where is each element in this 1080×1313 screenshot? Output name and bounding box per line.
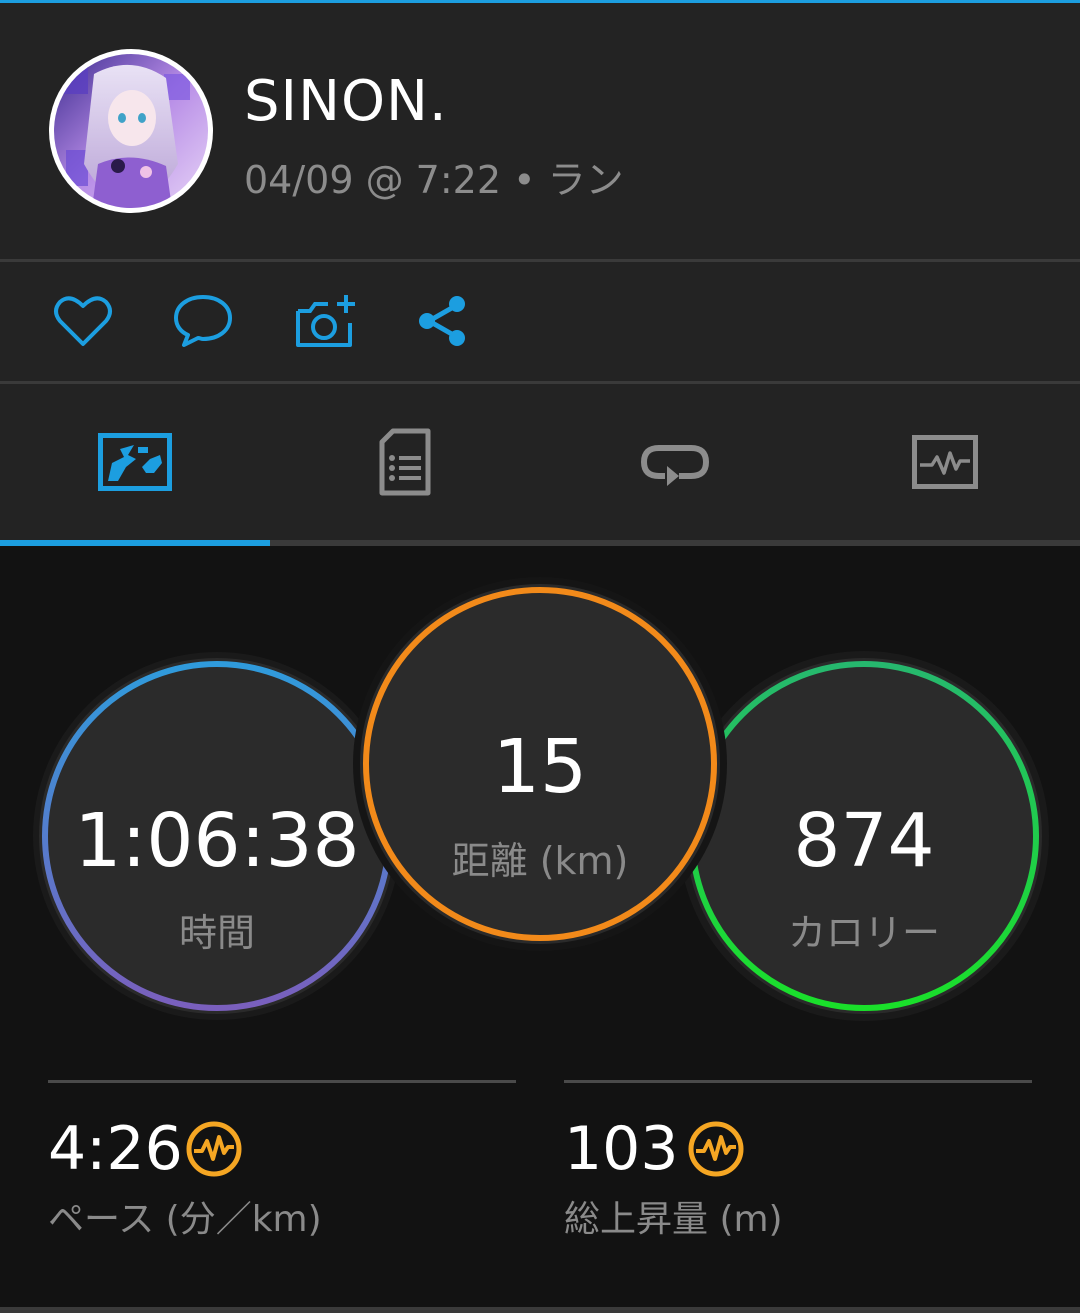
chart-icon [912,435,978,489]
details-icon [379,428,431,496]
avatar[interactable] [49,49,213,213]
calories-label: カロリー [787,911,940,955]
distance-value: 15 [492,724,588,810]
activity-date-type: 04/09 @ 7:22 • ラン [244,158,624,202]
pulse-badge-icon [688,1121,744,1177]
pace-value: 4:26 [48,1114,183,1184]
tab-map[interactable] [0,384,270,540]
add-photo-button[interactable] [290,290,360,352]
time-stat[interactable]: 1:06:38 時間 [32,650,402,1022]
laps-icon [640,445,710,486]
metric-divider [48,1080,516,1083]
action-bar [0,262,1080,381]
time-value: 1:06:38 [74,798,360,884]
user-name[interactable]: SINON. [244,69,448,134]
comment-button[interactable] [168,290,238,352]
tab-charts[interactable] [810,384,1080,540]
elevation-label: 総上昇量 (m) [564,1199,783,1240]
calories-stat[interactable]: 874 カロリー [678,650,1050,1022]
add-photo-icon [296,295,355,347]
activity-header: SINON. 04/09 @ 7:22 • ラン [0,3,1080,259]
avatar-image [54,54,208,208]
metric-divider [564,1080,1032,1083]
heart-icon [54,296,112,346]
like-button[interactable] [48,290,118,352]
share-button[interactable] [408,290,478,352]
distance-stat[interactable]: 15 距離 (km) [352,576,728,952]
elevation-value: 103 [564,1114,679,1184]
bottom-divider [0,1307,1080,1313]
tab-details[interactable] [270,384,540,540]
tab-laps[interactable] [540,384,810,540]
time-label: 時間 [178,911,255,955]
comment-icon [174,295,232,347]
share-icon [419,296,465,346]
distance-label: 距離 (km) [451,839,629,883]
map-icon [98,433,172,491]
pace-label: ペース (分／km) [48,1199,322,1240]
tab-bar [0,384,1080,540]
pulse-badge-icon [186,1121,242,1177]
calories-value: 874 [793,798,935,884]
